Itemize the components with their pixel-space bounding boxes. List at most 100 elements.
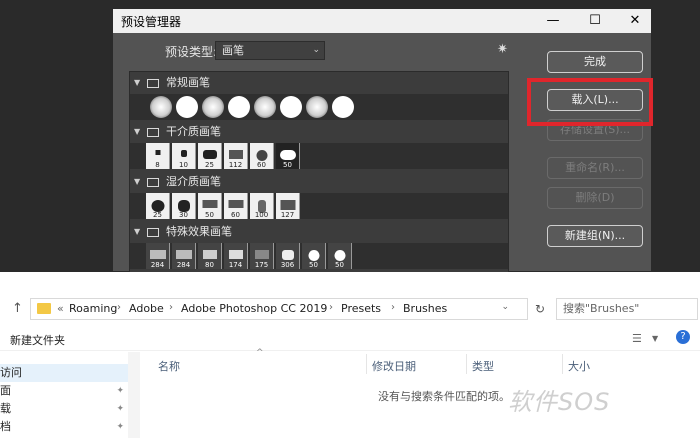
gear-icon[interactable]: ✷ xyxy=(497,42,508,57)
column-header-type[interactable]: 类型 xyxy=(472,358,494,374)
done-button[interactable]: 完成 xyxy=(547,51,643,73)
brush-group-header[interactable]: ▼ 特殊效果画笔 xyxy=(130,223,508,241)
brush-preset-tile[interactable]: 50 xyxy=(328,243,352,269)
breadcrumb-item[interactable]: Brushes xyxy=(403,302,447,315)
brush-preset-tile[interactable] xyxy=(332,96,354,118)
column-divider[interactable] xyxy=(466,354,467,374)
nav-item-quick-access[interactable]: 访问 xyxy=(0,364,128,382)
brush-group-header[interactable]: ▼ 干介质画笔 xyxy=(130,123,508,141)
minimize-button[interactable]: — xyxy=(535,9,571,33)
breadcrumb-item[interactable]: Adobe Photoshop CC 2019 xyxy=(181,302,327,315)
pin-icon: ✦ xyxy=(116,386,124,396)
nav-scrollbar[interactable] xyxy=(128,352,140,438)
brush-preset-tile[interactable] xyxy=(150,96,172,118)
brush-preset-tile[interactable]: 175 xyxy=(250,243,274,269)
delete-button[interactable]: 删除(D) xyxy=(547,187,643,209)
column-header-name[interactable]: 名称 xyxy=(158,358,180,374)
collapse-triangle-icon[interactable]: ▼ xyxy=(134,223,140,241)
collapse-triangle-icon[interactable]: ▼ xyxy=(134,123,140,141)
breadcrumb-overflow[interactable]: « xyxy=(57,302,64,315)
new-folder-button[interactable]: 新建文件夹 xyxy=(10,332,65,348)
up-arrow-icon[interactable]: ↑ xyxy=(12,301,23,316)
explorer-toolbar: 新建文件夹 ☰ ▼ ? xyxy=(0,327,700,351)
brush-preset-tile[interactable]: 50 xyxy=(198,193,222,219)
breadcrumb-item[interactable]: Roaming xyxy=(69,302,117,315)
breadcrumb-separator-icon: › xyxy=(391,302,395,313)
folder-icon xyxy=(37,303,51,314)
preset-type-select[interactable]: 画笔 ⌄ xyxy=(215,41,325,60)
brush-preset-tile[interactable]: 174 xyxy=(224,243,248,269)
chevron-down-icon: ⌄ xyxy=(312,45,320,55)
preset-manager-dialog: 预设管理器 — ☐ ✕ 预设类型: 画笔 ⌄ ✷ ▼ 常规画笔 ▼ 干介质画笔 … xyxy=(112,8,653,273)
column-header-size[interactable]: 大小 xyxy=(568,358,590,374)
brush-preset-tile[interactable]: 30 xyxy=(172,193,196,219)
brush-preset-tile[interactable]: 25 xyxy=(146,193,170,219)
brush-preset-tile[interactable]: 100 xyxy=(250,193,274,219)
rename-button[interactable]: 重命名(R)... xyxy=(547,157,643,179)
brush-preset-tile[interactable] xyxy=(202,96,224,118)
brush-preset-tile[interactable]: 112 xyxy=(224,143,248,169)
brush-list-panel[interactable]: ▼ 常规画笔 ▼ 干介质画笔 8 10 25 112 60 50 ▼ 湿介质画笔… xyxy=(129,71,509,273)
brush-preset-tile[interactable] xyxy=(280,96,302,118)
brush-group-name: 常规画笔 xyxy=(166,76,210,89)
nav-item-documents[interactable]: 档 ✦ xyxy=(0,418,128,436)
chevron-down-icon[interactable]: ▼ xyxy=(652,334,658,343)
folder-icon xyxy=(147,228,159,237)
empty-folder-message: 没有与搜索条件匹配的项。 xyxy=(378,390,510,403)
highlight-box xyxy=(527,78,653,126)
collapse-triangle-icon[interactable]: ▼ xyxy=(134,173,140,191)
brush-preset-tile[interactable]: 10 xyxy=(172,143,196,169)
help-icon[interactable]: ? xyxy=(676,330,690,344)
breadcrumb-separator-icon: › xyxy=(169,302,173,313)
brush-preset-tile[interactable]: 306 xyxy=(276,243,300,269)
column-header-date[interactable]: 修改日期 xyxy=(372,358,416,374)
column-divider[interactable] xyxy=(366,354,367,374)
preset-type-label: 预设类型: xyxy=(165,45,218,59)
refresh-icon[interactable]: ↻ xyxy=(531,298,549,320)
breadcrumb-separator-icon: › xyxy=(329,302,333,313)
address-bar[interactable]: « Roaming › Adobe › Adobe Photoshop CC 2… xyxy=(30,298,528,320)
brush-preset-tile[interactable]: 127 xyxy=(276,193,300,219)
brush-preset-tile[interactable] xyxy=(228,96,250,118)
brush-preset-tile[interactable]: 284 xyxy=(172,243,196,269)
brush-preset-tile[interactable]: 60 xyxy=(250,143,274,169)
brush-preset-tile[interactable]: 25 xyxy=(198,143,222,169)
collapse-triangle-icon[interactable]: ▼ xyxy=(134,74,140,92)
view-options-icon[interactable]: ☰ xyxy=(632,332,642,345)
watermark: 软件SOS xyxy=(508,388,611,416)
brush-preset-tile[interactable]: 50 xyxy=(276,143,300,169)
folder-icon xyxy=(147,79,159,88)
column-divider[interactable] xyxy=(562,354,563,374)
breadcrumb-item[interactable]: Presets xyxy=(341,302,381,315)
preset-type-value: 画笔 xyxy=(222,44,244,57)
new-group-button[interactable]: 新建组(N)... xyxy=(547,225,643,247)
brush-preset-tile[interactable]: 284 xyxy=(146,243,170,269)
breadcrumb-separator-icon: › xyxy=(117,302,121,313)
pin-icon: ✦ xyxy=(116,422,124,432)
brush-preset-tile[interactable] xyxy=(176,96,198,118)
nav-item-desktop[interactable]: 面 ✦ xyxy=(0,382,128,400)
brush-row: 25 30 50 60 100 127 xyxy=(130,193,508,219)
brush-preset-tile[interactable] xyxy=(306,96,328,118)
brush-group-header[interactable]: ▼ 湿介质画笔 xyxy=(130,173,508,191)
search-input[interactable]: 搜索"Brushes" xyxy=(556,298,698,320)
brush-preset-tile[interactable] xyxy=(254,96,276,118)
brush-preset-tile[interactable]: 50 xyxy=(302,243,326,269)
brush-preset-tile[interactable]: 80 xyxy=(198,243,222,269)
nav-item-label: 档 xyxy=(0,420,11,433)
nav-item-label: 载 xyxy=(0,402,11,415)
brush-preset-tile[interactable]: 8 xyxy=(146,143,170,169)
brush-row: 284 284 80 174 175 306 50 50 xyxy=(130,243,508,269)
nav-item-downloads[interactable]: 载 ✦ xyxy=(0,400,128,418)
brush-group-name: 特殊效果画笔 xyxy=(166,225,232,238)
brush-preset-tile[interactable]: 60 xyxy=(224,193,248,219)
chevron-down-icon[interactable]: ⌄ xyxy=(501,302,509,312)
folder-icon xyxy=(147,128,159,137)
brush-row: 8 10 25 112 60 50 xyxy=(130,143,508,169)
brush-group-header[interactable]: ▼ 常规画笔 xyxy=(130,74,508,92)
dialog-title: 预设管理器 xyxy=(121,15,182,29)
close-button[interactable]: ✕ xyxy=(617,9,653,33)
maximize-button[interactable]: ☐ xyxy=(577,9,613,33)
breadcrumb-item[interactable]: Adobe xyxy=(129,302,164,315)
nav-item-label: 访问 xyxy=(0,366,22,379)
